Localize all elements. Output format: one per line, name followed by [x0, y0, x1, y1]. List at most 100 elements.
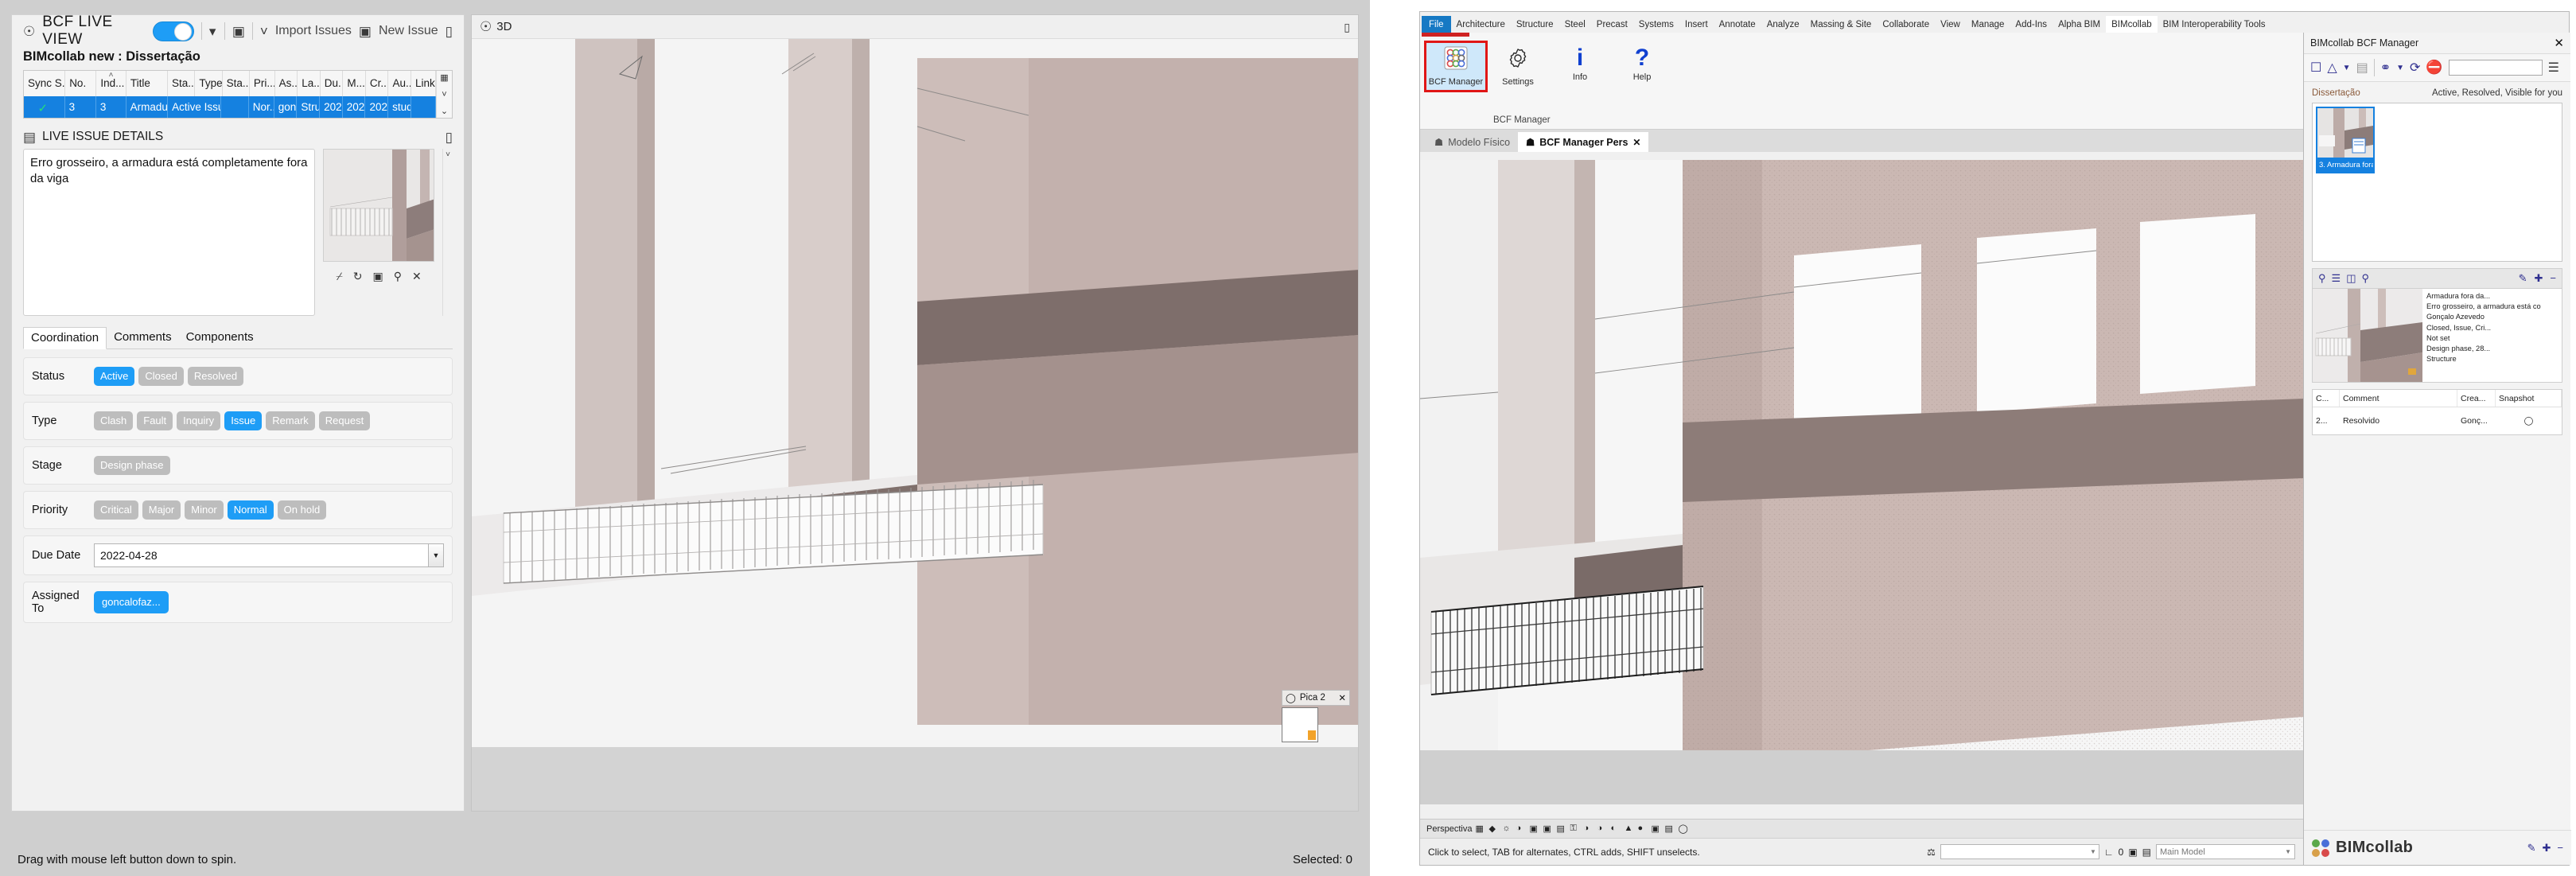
dock-search-input[interactable]	[2449, 60, 2543, 76]
new-issue-icon[interactable]: ☐	[2310, 60, 2321, 76]
temporary-hide-icon[interactable]: ◑	[1583, 823, 1593, 834]
column-settings-icon[interactable]: ▦	[440, 72, 448, 83]
column-header[interactable]: Snapshot	[2496, 390, 2562, 407]
close-icon[interactable]: ✕	[1632, 137, 1640, 148]
refresh-icon[interactable]: ↻	[353, 270, 363, 283]
column-header[interactable]: M...	[343, 71, 366, 96]
column-header[interactable]: Sync S...	[24, 71, 65, 96]
ribbon-tab-add-ins[interactable]: Add-Ins	[2010, 16, 2053, 33]
issue-detail-image[interactable]	[2313, 289, 2422, 382]
priority-option-normal[interactable]: Normal	[228, 500, 274, 520]
crop-view-icon[interactable]: ▣	[1543, 823, 1553, 834]
type-option-remark[interactable]: Remark	[266, 411, 315, 430]
ribbon-tab-annotate[interactable]: Annotate	[1714, 16, 1761, 33]
chevron-down-icon[interactable]: ▼	[2396, 64, 2404, 72]
chevron-down-icon[interactable]: ▼	[2090, 848, 2096, 855]
type-option-issue[interactable]: Issue	[224, 411, 262, 430]
table-row[interactable]: 2... Resolvido Gonç... ◯	[2313, 407, 2562, 434]
count-icon[interactable]: 0	[2119, 847, 2124, 858]
sun-path-icon[interactable]: ☼	[1502, 823, 1512, 834]
issue-snapshot-image[interactable]	[323, 149, 434, 262]
revit-3d-view[interactable]	[1420, 160, 2303, 804]
assignee-chip[interactable]: goncalofaz...	[94, 591, 169, 613]
add-icon[interactable]: ✚	[2535, 272, 2543, 285]
report-icon[interactable]: ▤	[2356, 60, 2368, 76]
open-project-icon[interactable]: △	[2327, 60, 2337, 76]
column-header[interactable]: Cr...	[366, 71, 389, 96]
ribbon-tab-bimcollab[interactable]: BIMcollab	[2106, 16, 2158, 33]
new-issue-button[interactable]: New Issue	[379, 24, 438, 38]
chevron-down-icon[interactable]: ▼	[2343, 64, 2351, 72]
image-icon[interactable]: ▣	[372, 270, 383, 283]
minus-icon[interactable]: −	[2550, 272, 2556, 285]
dock-active-filters[interactable]: Active, Resolved, Visible for you	[2432, 88, 2562, 98]
zoom-icon[interactable]: ⚲	[2318, 272, 2326, 285]
column-header[interactable]: Au...	[388, 71, 411, 96]
ribbon-tab-steel[interactable]: Steel	[1559, 16, 1591, 33]
ribbon-tab-precast[interactable]: Precast	[1591, 16, 1633, 33]
tab-comments[interactable]: Comments	[107, 327, 179, 348]
settings-icon[interactable]: ✎	[2527, 842, 2536, 855]
ribbon-tab-view[interactable]: View	[1935, 16, 1966, 33]
ribbon-tab-structure[interactable]: Structure	[1511, 16, 1559, 33]
ribbon-tab-analyze[interactable]: Analyze	[1761, 16, 1805, 33]
tab-components[interactable]: Components	[179, 327, 261, 348]
filter-icon[interactable]: ▾	[209, 25, 217, 38]
chevron-down-icon[interactable]: ▼	[2285, 848, 2291, 855]
column-header[interactable]: Crea...	[2457, 390, 2496, 407]
ribbon-button-help[interactable]: ? Help	[1613, 43, 1671, 85]
priority-option-major[interactable]: Major	[142, 500, 181, 520]
column-header[interactable]: Comment	[2340, 390, 2457, 407]
ribbon-tab-bim-interoperability-tools[interactable]: BIM Interoperability Tools	[2158, 16, 2271, 33]
edit-icon[interactable]: ✎	[2519, 272, 2527, 285]
details-vertical-scrollbar[interactable]: ˅	[442, 149, 453, 316]
import-issues-button[interactable]: Import Issues	[275, 24, 352, 38]
view-tab-bcf-manager-pers[interactable]: ☗ BCF Manager Pers ✕	[1518, 132, 1648, 152]
shadows-icon[interactable]: ◑	[1516, 823, 1526, 834]
issue-description-input[interactable]: Erro grosseiro, a armadura está completa…	[23, 149, 315, 316]
lock-3d-view-icon[interactable]: ⚿	[1570, 823, 1580, 834]
stage-option-design-phase[interactable]: Design phase	[94, 456, 170, 475]
filter-selection-icon[interactable]: ▤	[2142, 847, 2151, 858]
tab-coordination[interactable]: Coordination	[23, 327, 107, 349]
view-scale-label[interactable]: Perspectiva	[1426, 824, 1472, 834]
visual-style-icon[interactable]: ◆	[1488, 823, 1499, 834]
column-header[interactable]: Sta...	[223, 71, 250, 96]
ribbon-tab-architecture[interactable]: Architecture	[1451, 16, 1511, 33]
dock-issue-grid[interactable]: 3. Armadura fora da vi	[2312, 103, 2562, 262]
crop-region-icon[interactable]: ▤	[1556, 823, 1566, 834]
view-tab-modelo-fisico[interactable]: ☗ Modelo Físico	[1426, 132, 1518, 152]
table-row[interactable]: ✓ 3 3 Armadura ... Active Issue Nor... g…	[24, 96, 436, 118]
type-option-clash[interactable]: Clash	[94, 411, 133, 430]
chevron-down-icon[interactable]: ▼	[428, 543, 444, 567]
image-icon[interactable]: ▣	[232, 25, 245, 38]
scroll-down-arrow[interactable]: ⌄	[441, 106, 448, 116]
ribbon-tab-insert[interactable]: Insert	[1679, 16, 1714, 33]
ribbon-button-bcf-manager[interactable]: BCF Manager	[1426, 43, 1485, 90]
ribbon-tab-collaborate[interactable]: Collaborate	[1877, 16, 1935, 33]
column-header[interactable]: Title	[126, 71, 168, 96]
priority-option-critical[interactable]: Critical	[94, 500, 138, 520]
live-view-toggle[interactable]	[153, 21, 194, 41]
list-item[interactable]: 3. Armadura fora da vi	[2316, 107, 2375, 173]
ribbon-tab-manage[interactable]: Manage	[1966, 16, 2010, 33]
type-option-inquiry[interactable]: Inquiry	[177, 411, 220, 430]
scroll-up-arrow[interactable]: ˅	[442, 90, 446, 99]
collapse-icon[interactable]: ▯	[1344, 21, 1350, 33]
column-header[interactable]: No.	[65, 71, 96, 96]
ribbon-button-info[interactable]: i Info	[1551, 43, 1609, 85]
render-icon[interactable]: ▣	[1529, 823, 1539, 834]
minus-icon[interactable]: −	[2557, 842, 2563, 855]
ribbon-button-settings[interactable]: Settings	[1488, 43, 1547, 90]
update-snapshot-icon[interactable]: ⌿	[336, 270, 342, 283]
due-date-input[interactable]: 2022-04-28 ▼	[94, 543, 444, 567]
selection-icon[interactable]: ◫	[2346, 272, 2356, 285]
column-header[interactable]: C...	[2313, 390, 2340, 407]
status-option-closed[interactable]: Closed	[138, 367, 183, 386]
column-header[interactable]: As...	[275, 71, 298, 96]
stop-icon[interactable]: ⛔	[2426, 60, 2442, 76]
scene-thumbnail[interactable]	[1282, 707, 1318, 742]
menu-icon[interactable]: ☰	[2548, 60, 2559, 76]
zoom-icon[interactable]: ⚲	[394, 270, 402, 283]
ribbon-tab-massing-site[interactable]: Massing & Site	[1805, 16, 1878, 33]
